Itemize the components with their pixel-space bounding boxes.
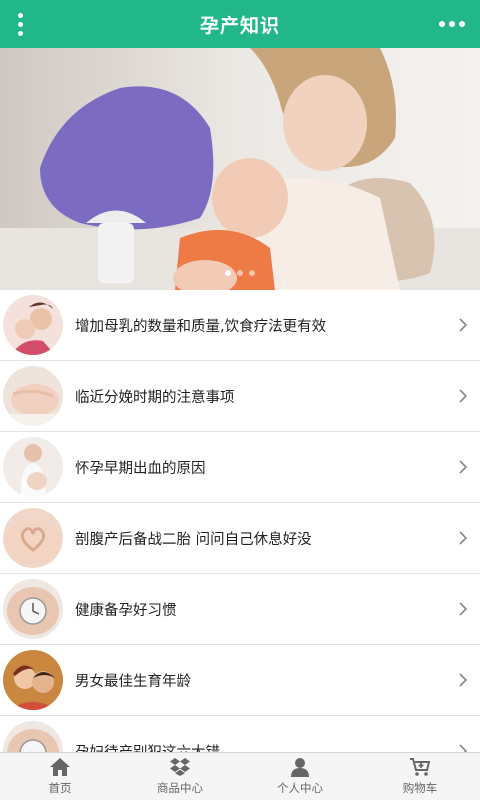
top-bar: 孕产知识 bbox=[0, 0, 480, 48]
thumbnail-image bbox=[3, 508, 63, 568]
list-item[interactable]: 剖腹产后备战二胎 问问自己休息好没 bbox=[0, 503, 480, 574]
item-title: 怀孕早期出血的原因 bbox=[75, 460, 206, 477]
cart-icon bbox=[410, 758, 431, 776]
carousel-dot[interactable] bbox=[225, 270, 231, 276]
carousel-dot[interactable] bbox=[249, 270, 255, 276]
chevron-right-icon bbox=[459, 531, 468, 545]
tab-label: 商品中心 bbox=[157, 781, 203, 795]
thumbnail-image bbox=[3, 721, 63, 752]
chevron-right-icon bbox=[459, 460, 468, 474]
vertical-dots-icon bbox=[17, 12, 23, 18]
banner-image bbox=[0, 48, 480, 290]
carousel-indicator bbox=[0, 270, 480, 276]
banner-carousel[interactable] bbox=[0, 48, 480, 290]
menu-button[interactable] bbox=[0, 0, 40, 48]
chevron-right-icon bbox=[459, 744, 468, 752]
user-icon bbox=[291, 758, 309, 777]
tab-home[interactable]: 首页 bbox=[0, 753, 120, 800]
list-item[interactable]: 男女最佳生育年龄 bbox=[0, 645, 480, 716]
bottom-tab-bar: 首页 商品中心 个人中心 购物车 bbox=[0, 752, 480, 800]
list-item[interactable]: 健康备孕好习惯 bbox=[0, 574, 480, 645]
tab-products[interactable]: 商品中心 bbox=[120, 753, 240, 800]
tab-label: 首页 bbox=[48, 781, 72, 795]
tab-cart[interactable]: 购物车 bbox=[360, 753, 480, 800]
chevron-right-icon bbox=[459, 602, 468, 616]
tab-profile[interactable]: 个人中心 bbox=[240, 753, 360, 800]
thumbnail-image bbox=[3, 366, 63, 426]
item-title: 男女最佳生育年龄 bbox=[75, 673, 191, 690]
dropbox-icon bbox=[170, 758, 190, 776]
horizontal-dots-icon bbox=[439, 21, 445, 27]
item-title: 剖腹产后备战二胎 问问自己休息好没 bbox=[75, 531, 312, 548]
article-list: 增加母乳的数量和质量,饮食疗法更有效 临近分娩时期的注意事项 怀孕早期出血的原因… bbox=[0, 290, 480, 752]
tab-label: 购物车 bbox=[402, 781, 438, 795]
list-item[interactable]: 增加母乳的数量和质量,饮食疗法更有效 bbox=[0, 290, 480, 361]
item-title: 孕妇待产别犯这六大错 bbox=[75, 741, 220, 753]
item-title: 临近分娩时期的注意事项 bbox=[75, 389, 235, 406]
list-item[interactable]: 孕妇待产别犯这六大错 bbox=[0, 716, 480, 752]
list-item[interactable]: 临近分娩时期的注意事项 bbox=[0, 361, 480, 432]
more-button[interactable] bbox=[432, 0, 472, 48]
chevron-right-icon bbox=[459, 318, 468, 332]
thumbnail-image bbox=[3, 650, 63, 710]
chevron-right-icon bbox=[459, 673, 468, 687]
thumbnail-image bbox=[3, 579, 63, 639]
tab-label: 个人中心 bbox=[277, 781, 323, 795]
chevron-right-icon bbox=[459, 389, 468, 403]
carousel-dot[interactable] bbox=[237, 270, 243, 276]
home-icon bbox=[50, 758, 70, 776]
thumbnail-image bbox=[3, 437, 63, 497]
item-title: 增加母乳的数量和质量,饮食疗法更有效 bbox=[75, 318, 327, 335]
list-item[interactable]: 怀孕早期出血的原因 bbox=[0, 432, 480, 503]
item-title: 健康备孕好习惯 bbox=[75, 602, 177, 619]
page-title: 孕产知识 bbox=[199, 14, 280, 37]
thumbnail-image bbox=[3, 295, 63, 355]
